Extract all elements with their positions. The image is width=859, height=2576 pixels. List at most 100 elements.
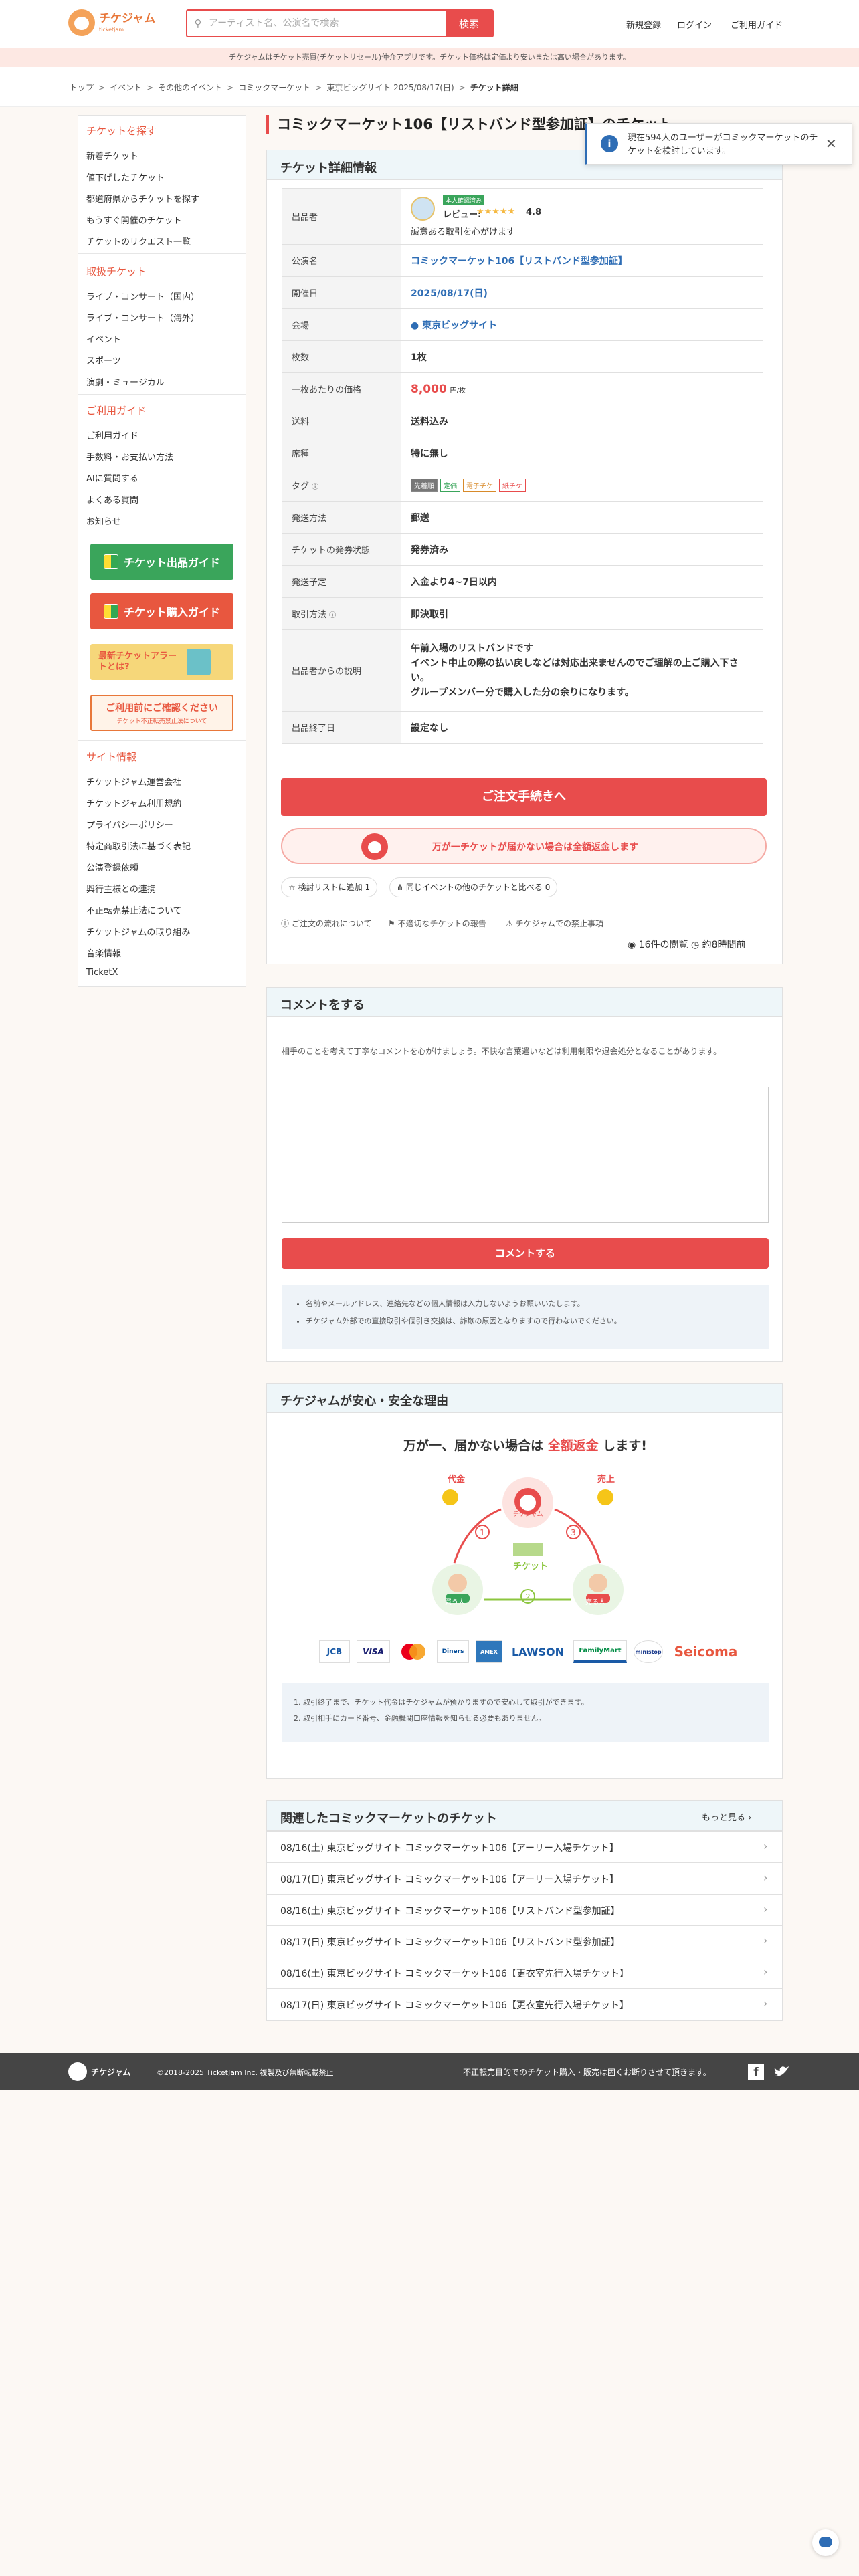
more-link[interactable]: もっと見る › <box>702 1810 751 1823</box>
breadcrumb-comiket[interactable]: コミックマーケット <box>238 83 310 92</box>
beginner-mark-icon <box>103 554 118 569</box>
breadcrumb-other-event[interactable]: その他のイベント <box>158 83 222 92</box>
ticket-label: チケット <box>513 1562 549 1572</box>
safety-heading: チケジャムが安心・安全な理由 <box>280 1394 449 1408</box>
row-key-schedule: 発送予定 <box>282 565 401 598</box>
row-key-count: 枚数 <box>282 340 401 373</box>
register-link[interactable]: 新規登録 <box>626 18 661 31</box>
row-key-venue: 会場 <box>282 308 401 341</box>
sidebar-item-news[interactable]: お知らせ <box>86 514 121 527</box>
sidebar-item-sports[interactable]: スポーツ <box>86 354 121 366</box>
ticket-price: 8,000 <box>411 382 447 396</box>
sidebar-item-guide[interactable]: ご利用ガイド <box>86 429 138 441</box>
seller-guide-banner[interactable]: チケット出品ガイド <box>90 544 233 580</box>
diners-logo: Diners <box>437 1640 469 1663</box>
info-circle-icon: i <box>601 135 618 152</box>
listing-end: 設定なし <box>401 711 763 744</box>
comment-textarea[interactable] <box>282 1087 769 1223</box>
sidebar-item-ai[interactable]: AIに質問する <box>86 471 138 484</box>
copyright: ©2018-2025 TicketJam Inc. 複製及び無断転載禁止 <box>157 2068 334 2077</box>
related-item[interactable]: 08/16(土) 東京ビッグサイト コミックマーケット106【更衣室先行入場チケ… <box>267 1957 783 1988</box>
sidebar-item-terms[interactable]: チケットジャム利用規約 <box>86 796 181 809</box>
facebook-icon[interactable]: f <box>748 2064 764 2080</box>
sidebar-item-anti-resale[interactable]: 不正転売禁止法について <box>86 903 182 916</box>
comment-description: 相手のことを考えて丁寧なコメントを心がけましょう。不快な言葉遣いなどは利用制限や… <box>282 1047 722 1056</box>
sidebar-item-upcoming[interactable]: もうすぐ開催のチケット <box>86 213 182 226</box>
site-logo[interactable]: チケジャム ticketjam <box>68 9 155 36</box>
related-item[interactable]: 08/17(日) 東京ビッグサイト コミックマーケット106【更衣室先行入場チケ… <box>267 1988 783 2020</box>
related-item[interactable]: 08/17(日) 東京ビッグサイト コミックマーケット106【アーリー入場チケッ… <box>267 1862 783 1894</box>
tag: 電子チケ <box>463 479 496 492</box>
site-notice: チケジャムはチケット売買(チケットリセール)仲介アプリです。チケット価格は定価よ… <box>0 48 859 67</box>
login-link[interactable]: ログイン <box>677 18 712 31</box>
event-date-link[interactable]: 2025/08/17(日) <box>411 288 488 299</box>
search-input[interactable] <box>209 11 446 36</box>
breadcrumb-venue-date[interactable]: 東京ビッグサイト 2025/08/17(日) <box>326 83 454 92</box>
row-key-seat: 席種 <box>282 437 401 469</box>
seicomart-logo: Seicoma <box>670 1640 742 1663</box>
event-name-link[interactable]: コミックマーケット106【リストバンド型参加証】 <box>411 256 628 267</box>
related-item[interactable]: 08/16(土) 東京ビッグサイト コミックマーケット106【アーリー入場チケッ… <box>267 1831 783 1862</box>
sidebar-item-event[interactable]: イベント <box>86 332 121 345</box>
svg-text:2: 2 <box>525 1592 531 1602</box>
breadcrumb-top[interactable]: トップ <box>70 83 94 92</box>
add-favorite-button[interactable]: ☆ 検討リストに追加 1 <box>281 877 378 897</box>
familymart-logo: FamilyMart <box>573 1640 627 1663</box>
prohibited-link[interactable]: ⚠ チケジャムでの禁止事項 <box>506 918 603 929</box>
buyer-guide-banner[interactable]: チケット購入ガイド <box>90 593 233 629</box>
row-key-method: 発送方法 <box>282 501 401 534</box>
clock-icon: ◷ <box>690 940 700 950</box>
comment-submit-button[interactable]: コメントする <box>282 1238 769 1269</box>
search-button[interactable]: 検索 <box>446 11 492 36</box>
info-icon[interactable]: ⓘ <box>312 484 318 491</box>
sidebar-item-privacy[interactable]: プライバシーポリシー <box>86 818 173 831</box>
order-flow-link[interactable]: ⓘ ご注文の流れについて <box>281 918 372 929</box>
sidebar-item-promoter[interactable]: 興行主様との連携 <box>86 882 156 895</box>
ticket-count: 1枚 <box>401 340 763 373</box>
related-item[interactable]: 08/17(日) 東京ビッグサイト コミックマーケット106【リストバンド型参加… <box>267 1925 783 1957</box>
amex-logo: AMEX <box>476 1640 502 1663</box>
sidebar-item-initiatives[interactable]: チケットジャムの取り組み <box>86 925 190 938</box>
guide-link[interactable]: ご利用ガイド <box>731 18 783 31</box>
sidebar-item-theater[interactable]: 演劇・ミュージカル <box>86 375 165 388</box>
sidebar-item-music[interactable]: 音楽情報 <box>86 946 121 959</box>
footer-logo[interactable]: チケジャム <box>68 2062 130 2081</box>
sidebar-item-faq[interactable]: よくある質問 <box>86 493 138 506</box>
related-item[interactable]: 08/16(土) 東京ビッグサイト コミックマーケット106【リストバンド型参加… <box>267 1894 783 1925</box>
compare-button[interactable]: ⋔ 同じイベントの他のチケットと比べる 0 <box>389 877 558 897</box>
trade-method: 即決取引 <box>401 597 763 630</box>
payment-logos: JCB VISA Diners AMEX LAWSON FamilyMart m… <box>319 1640 742 1663</box>
sidebar-item-discount[interactable]: 値下げしたチケット <box>86 171 165 183</box>
sidebar-item-prefecture[interactable]: 都道府県からチケットを探す <box>86 192 199 205</box>
sidebar-item-new[interactable]: 新着チケット <box>86 149 138 162</box>
venue-link[interactable]: 東京ビッグサイト <box>422 320 497 331</box>
sidebar-item-legal[interactable]: 特定商取引法に基づく表記 <box>86 839 191 852</box>
site-header: チケジャム ticketjam ⚲ 検索 新規登録 ログイン ご利用ガイド <box>0 0 859 48</box>
sidebar-item-fees[interactable]: 手数料・お支払い方法 <box>86 450 173 463</box>
report-link[interactable]: ⚑ 不適切なチケットの報告 <box>388 918 486 929</box>
logo-subtext: ticketjam <box>99 26 124 33</box>
sidebar-item-live-domestic[interactable]: ライブ・コンサート（国内） <box>86 290 199 302</box>
refund-guarantee-banner[interactable]: 万が一チケットが届かない場合は全額返金します <box>281 828 767 864</box>
warning-banner[interactable]: ご利用前にご確認ください チケット不正転売禁止法について <box>90 695 233 731</box>
seller-avatar[interactable] <box>411 196 435 221</box>
buyer-person-icon <box>448 1574 467 1592</box>
sidebar-item-request-event[interactable]: 公演登録依頼 <box>86 861 138 873</box>
coin-icon <box>597 1489 613 1505</box>
info-icon[interactable]: ⓘ <box>329 612 336 619</box>
sidebar-item-company[interactable]: チケットジャム運営会社 <box>86 775 181 788</box>
twitter-icon[interactable] <box>773 2064 791 2080</box>
chat-support-button[interactable] <box>812 2529 839 2556</box>
close-icon[interactable]: ✕ <box>826 136 837 152</box>
sidebar-item-live-overseas[interactable]: ライブ・コンサート（海外） <box>86 311 199 324</box>
delivery-method: 郵送 <box>401 501 763 534</box>
comment-heading: コメントをする <box>280 998 365 1012</box>
sidebar-item-ticketx[interactable]: TicketX <box>86 968 118 978</box>
ticket-alert-banner[interactable]: 最新チケットアラートとは? <box>90 644 233 680</box>
breadcrumb-event[interactable]: イベント <box>110 83 142 92</box>
star-rating-icon: ★★★★★ <box>476 206 516 217</box>
order-button[interactable]: ご注文手続きへ <box>281 778 767 816</box>
mascot-logo-icon <box>68 2062 87 2081</box>
review-label[interactable]: レビュー: <box>443 207 481 220</box>
sidebar-item-requests[interactable]: チケットのリクエスト一覧 <box>86 235 191 247</box>
